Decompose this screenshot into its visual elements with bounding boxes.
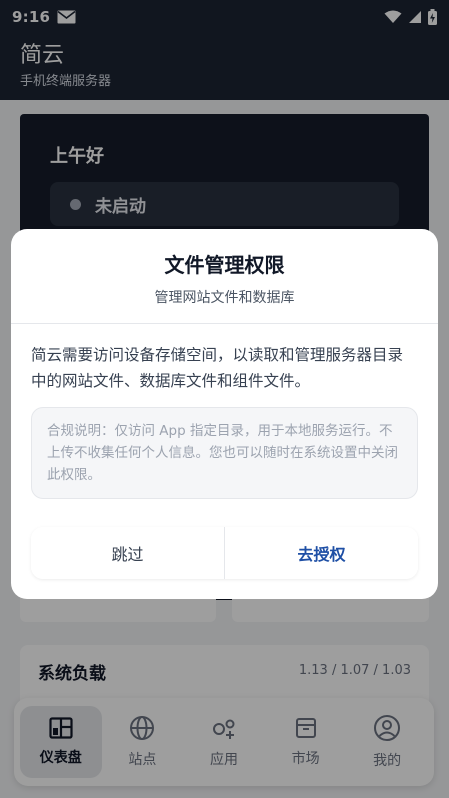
dialog-title: 文件管理权限 xyxy=(164,253,285,277)
skip-button[interactable]: 跳过 xyxy=(31,527,225,579)
file-permission-dialog: 文件管理权限 管理网站文件和数据库 简云需要访问设备存储空间，以读取和管理服务器… xyxy=(11,229,438,599)
compliance-notice: 合规说明：仅访问 App 指定目录，用于本地服务运行。不上传不收集任何个人信息。… xyxy=(31,407,418,499)
dialog-actions: 跳过 去授权 xyxy=(31,527,418,579)
dialog-body-text: 简云需要访问设备存储空间，以读取和管理服务器目录中的网站文件、数据库文件和组件文… xyxy=(31,346,404,390)
dialog-subtitle: 管理网站文件和数据库 xyxy=(154,290,295,306)
dialog-header: 文件管理权限 管理网站文件和数据库 xyxy=(11,229,438,324)
grant-permission-button[interactable]: 去授权 xyxy=(225,527,418,579)
